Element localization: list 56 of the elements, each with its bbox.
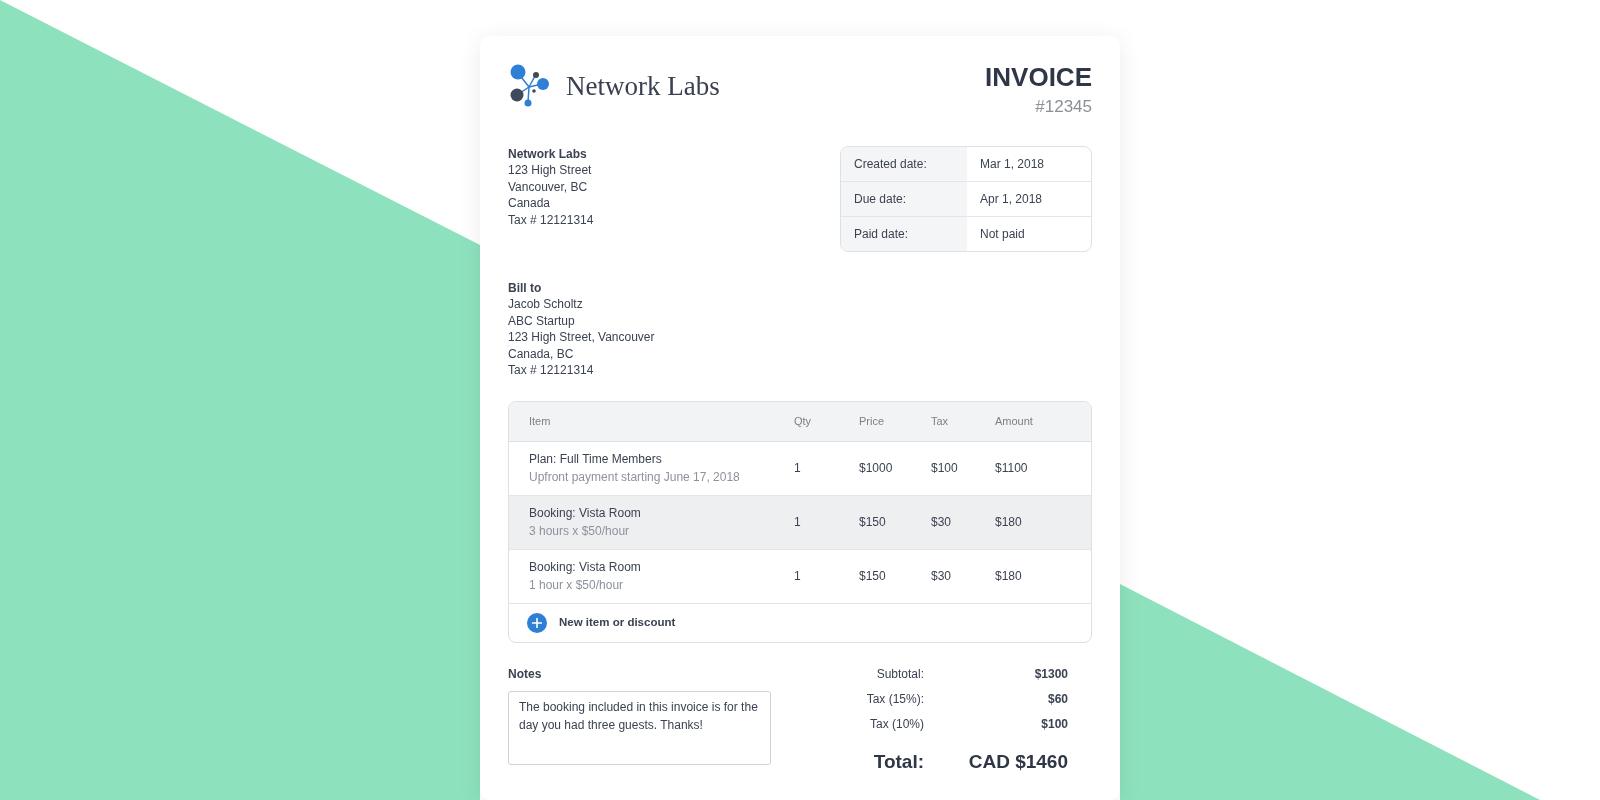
item-name: Plan: Full Time Members	[529, 451, 663, 468]
column-header: Amount	[995, 413, 1034, 429]
grand-total-value: CAD $1460	[967, 749, 1068, 774]
total-value: $100	[1040, 715, 1068, 732]
date-label: Paid date:	[841, 216, 967, 251]
table-cell: $150	[859, 515, 886, 529]
column-header: Price	[859, 413, 886, 429]
plus-icon[interactable]	[527, 612, 547, 633]
address-heading: Network Labs	[508, 145, 588, 162]
total-label: Tax (10%)	[868, 715, 924, 732]
address-line: Vancouver, BC	[508, 178, 589, 195]
grand-total-label: Total:	[872, 749, 924, 774]
address-line: ABC Startup	[508, 312, 576, 329]
add-item-button[interactable]: New item or discount	[559, 613, 676, 632]
address-heading: Bill to	[508, 279, 543, 296]
column-header: Tax	[931, 413, 950, 429]
address-line: Tax # 12121314	[508, 362, 595, 379]
date-label: Due date:	[841, 181, 967, 216]
table-cell: $1100	[995, 461, 1028, 475]
address-line: Tax # 12121314	[508, 211, 594, 228]
address-line: Canada, BC	[508, 345, 575, 362]
total-label: Tax (15%):	[865, 690, 924, 707]
invoice-number: #12345	[1034, 96, 1092, 118]
invoice-title: INVOICE	[985, 64, 1092, 90]
table-cell: $180	[995, 515, 1022, 529]
company-name: Network Labs	[566, 69, 720, 103]
table-cell: $30	[931, 515, 952, 529]
column-header: Item	[528, 413, 552, 429]
total-value: $60	[1046, 690, 1068, 707]
table-cell: $100	[931, 461, 958, 475]
notes-field[interactable]: The booking included in this invoice is for the day you had three guests. Thanks!	[508, 690, 771, 765]
date-value: Not paid	[979, 225, 1026, 243]
date-value: Mar 1, 2018	[979, 155, 1046, 173]
table-cell: $180	[995, 569, 1022, 583]
total-value: $1300	[1033, 665, 1068, 682]
logo-icon	[508, 64, 550, 108]
date-value: Apr 1, 2018	[979, 190, 1044, 208]
table-cell: 1	[794, 515, 801, 529]
table-cell: 1	[794, 461, 801, 475]
table-cell: $1000	[859, 461, 893, 475]
item-detail: Upfront payment starting June 17, 2018	[529, 469, 741, 486]
table-cell: $150	[859, 569, 886, 583]
column-header: Qty	[794, 413, 813, 429]
total-label: Subtotal:	[875, 665, 924, 682]
item-detail: 1 hour x $50/hour	[529, 577, 625, 594]
date-label: Created date:	[841, 146, 967, 181]
address-line: 123 High Street	[508, 162, 593, 179]
address-line: 123 High Street, Vancouver	[508, 329, 656, 346]
item-name: Booking: Vista Room	[529, 505, 642, 522]
table-cell: $30	[931, 569, 952, 583]
address-line: Jacob Scholtz	[508, 296, 584, 313]
item-detail: 3 hours x $50/hour	[529, 523, 631, 540]
item-name: Booking: Vista Room	[529, 559, 642, 576]
notes-label: Notes	[508, 665, 543, 683]
table-cell: 1	[794, 569, 801, 583]
address-line: Canada	[508, 195, 552, 212]
